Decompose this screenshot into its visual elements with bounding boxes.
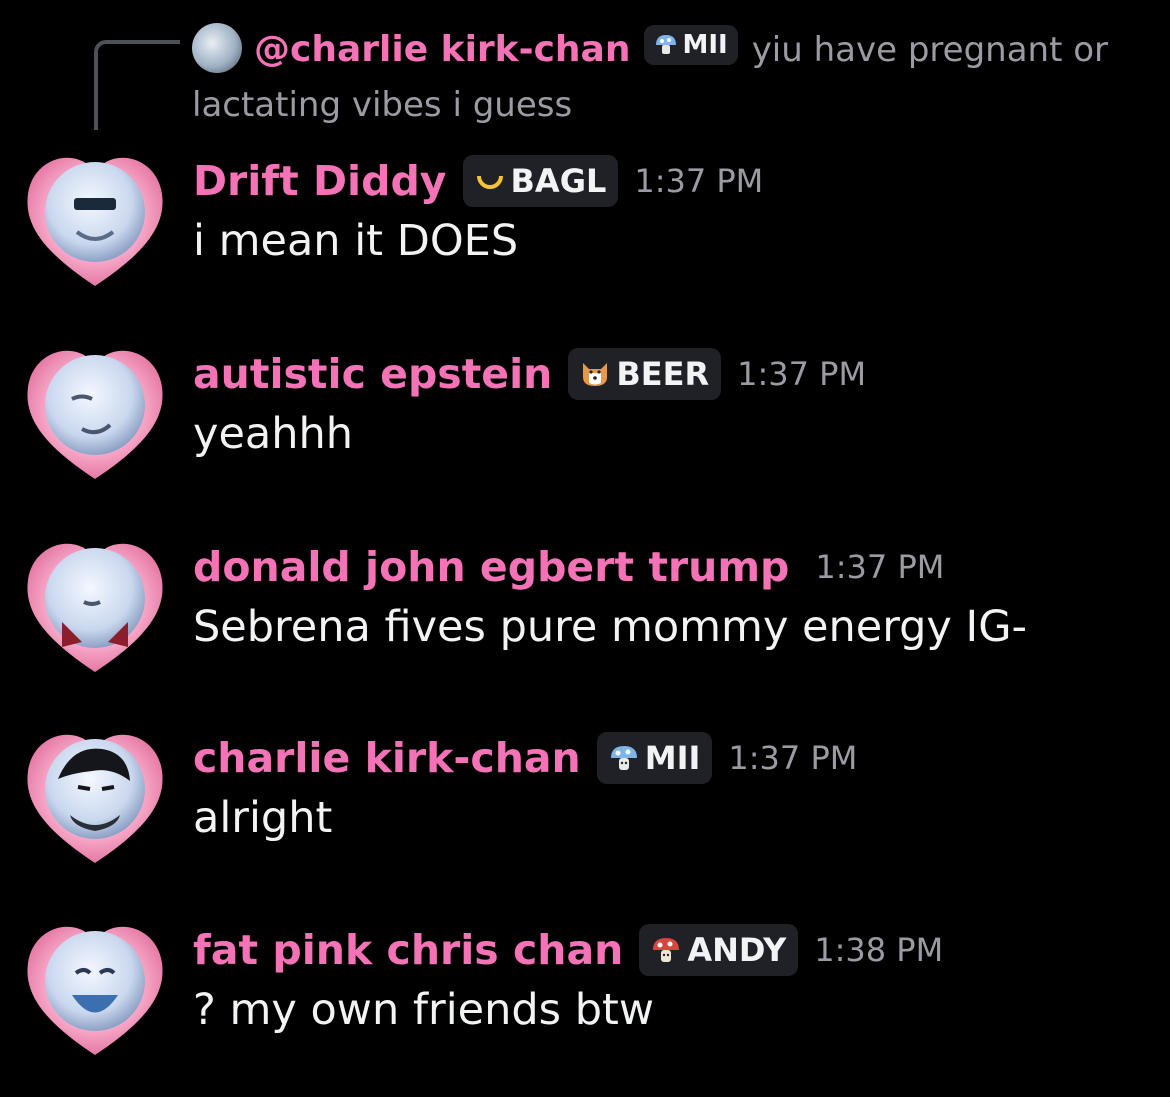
server-tag[interactable]: MII [596, 732, 713, 784]
server-tag-label: ANDY [687, 931, 787, 969]
message-text: alright [193, 793, 333, 843]
dog-face-icon [583, 363, 608, 386]
username[interactable]: fat pink chris chan [193, 926, 623, 974]
timestamp[interactable]: 1:37 PM [737, 355, 866, 393]
username[interactable]: autistic epstein [193, 350, 552, 398]
avatar[interactable] [22, 146, 168, 292]
message-item: donald john egbert trump 1:37 PM Sebrena… [0, 532, 1170, 712]
timestamp[interactable]: 1:37 PM [728, 739, 857, 777]
reply-author[interactable]: @charlie kirk-chan [254, 29, 630, 70]
reply-tag: MII [644, 25, 738, 65]
timestamp[interactable]: 1:37 PM [634, 162, 763, 200]
avatar[interactable] [22, 915, 168, 1061]
server-tag-label: MII [644, 739, 701, 777]
blue-mushroom-icon [656, 35, 677, 54]
message-text: yeahhh [193, 409, 354, 459]
server-tag-label: BAGL [510, 162, 607, 200]
message-item: Drift Diddy BAGL 1:37 PM i mean it DOES [0, 146, 1170, 326]
avatar[interactable] [22, 723, 168, 869]
message-item: autistic epstein BEER 1:37 PM yeahhh [0, 339, 1170, 519]
server-tag[interactable]: BAGL [462, 155, 619, 207]
avatar[interactable] [22, 532, 168, 678]
message-header: charlie kirk-chan MII 1:37 PM [193, 723, 857, 793]
message-item: charlie kirk-chan MII 1:37 PM alright [0, 723, 1170, 903]
message-header: Drift Diddy BAGL 1:37 PM [193, 146, 763, 216]
message-item: fat pink chris chan ANDY 1:38 PM ? my ow… [0, 915, 1170, 1095]
timestamp[interactable]: 1:37 PM [815, 548, 944, 586]
red-mushroom-icon [653, 938, 680, 962]
message-header: donald john egbert trump 1:37 PM [193, 532, 944, 602]
message-text: Sebrena fives pure mommy energy IG- [193, 602, 1028, 652]
message-header: autistic epstein BEER 1:37 PM [193, 339, 866, 409]
username[interactable]: Drift Diddy [193, 157, 447, 205]
crescent-moon-icon [476, 175, 503, 189]
reply-tag-label: MII [682, 29, 728, 60]
timestamp[interactable]: 1:38 PM [814, 931, 943, 969]
message-text: i mean it DOES [193, 216, 519, 266]
reply-connector [94, 40, 180, 130]
server-tag-label: BEER [616, 355, 710, 393]
username[interactable]: charlie kirk-chan [193, 734, 581, 782]
message-header: fat pink chris chan ANDY 1:38 PM [193, 915, 943, 985]
message-text: ? my own friends btw [193, 985, 655, 1035]
reply-avatar[interactable] [192, 23, 242, 73]
reply-preview[interactable]: @charlie kirk-chan MII yiu have pregnant o… [192, 22, 1142, 133]
username[interactable]: donald john egbert trump [193, 543, 789, 591]
avatar[interactable] [22, 339, 168, 485]
server-tag[interactable]: ANDY [639, 924, 799, 976]
server-tag[interactable]: BEER [568, 348, 722, 400]
blue-mushroom-icon [610, 746, 637, 770]
